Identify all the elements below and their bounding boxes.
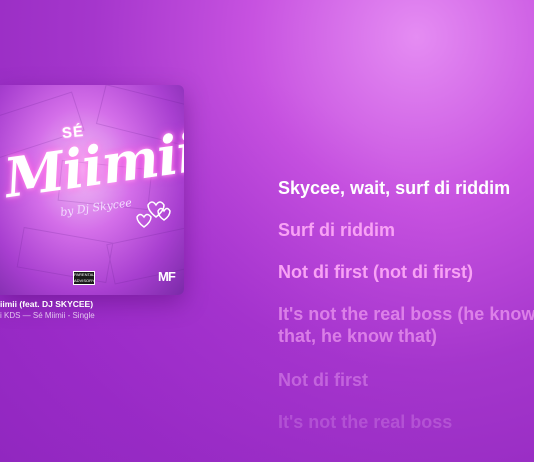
- lyric-line-active[interactable]: Skycee, wait, surf di riddim: [278, 177, 510, 199]
- song-title[interactable]: iimii (feat. DJ SKYCEE): [0, 299, 93, 309]
- label-logo: MF: [158, 269, 176, 284]
- lyric-line[interactable]: Surf di riddim: [278, 219, 395, 241]
- lyric-line-continued[interactable]: that, he know that): [278, 325, 437, 347]
- lyric-line[interactable]: Not di first (not di first): [278, 261, 473, 283]
- lyric-line[interactable]: It's not the real boss (he know: [278, 303, 534, 325]
- parental-advisory-badge: PARENTAL ADVISORY: [73, 271, 95, 285]
- song-artist-album[interactable]: i KDS — Sé Miimii - Single: [0, 311, 95, 320]
- heart-doodles: [136, 201, 171, 228]
- album-artwork[interactable]: SÉ Miimii by Dj Skycee PARENTAL ADVISORY…: [0, 85, 184, 295]
- lyric-line[interactable]: It's not the real boss: [278, 411, 452, 433]
- lyric-line[interactable]: Not di first: [278, 369, 368, 391]
